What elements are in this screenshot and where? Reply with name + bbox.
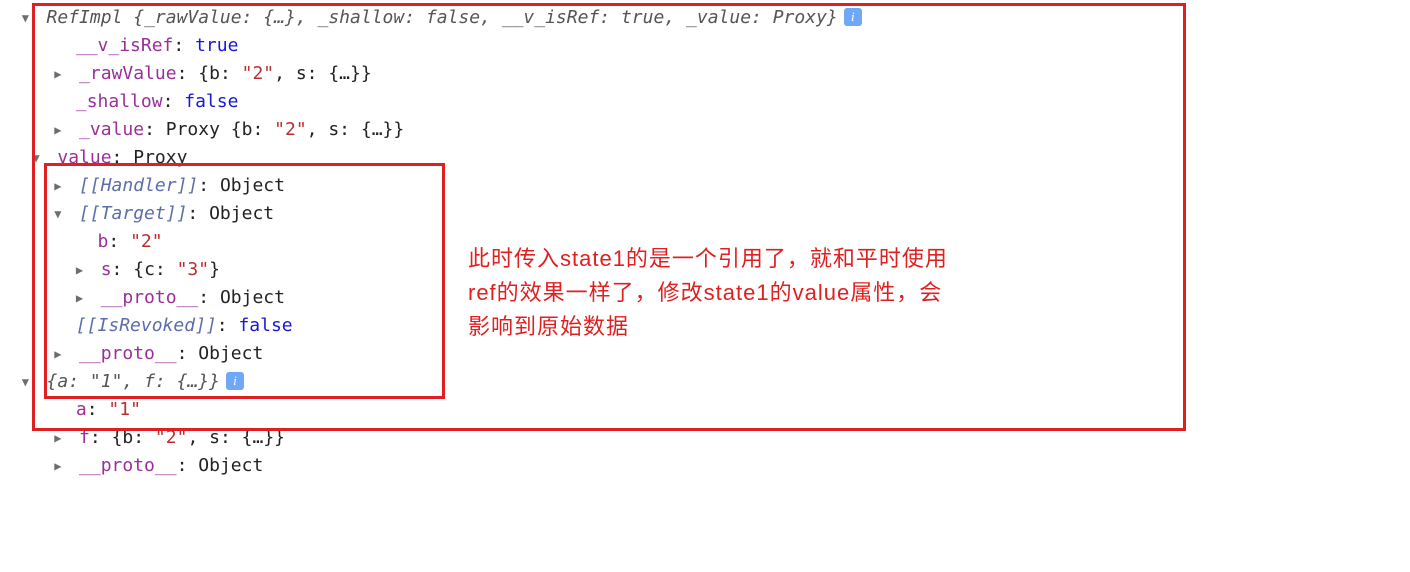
chevron-right-icon[interactable]: ▶ — [54, 172, 68, 200]
annotation-text: 此时传入state1的是一个引用了，就和平时使用 ref的效果一样了，修改sta… — [468, 242, 1028, 344]
prop-v-isref[interactable]: __v_isRef: true — [0, 32, 1410, 60]
chevron-down-icon[interactable]: ▼ — [54, 200, 68, 228]
prop-a[interactable]: a: "1" — [0, 396, 1410, 424]
chevron-right-icon[interactable]: ▶ — [54, 340, 68, 368]
info-icon[interactable]: i — [844, 8, 862, 26]
chevron-right-icon[interactable]: ▶ — [54, 452, 68, 480]
annotation-line: 此时传入state1的是一个引用了，就和平时使用 — [468, 242, 1028, 276]
prop-f[interactable]: ▶ f: {b: "2", s: {…}} — [0, 424, 1410, 452]
prop-value-getter[interactable]: ▼ value: Proxy — [0, 144, 1410, 172]
chevron-right-icon[interactable]: ▶ — [76, 284, 90, 312]
prop-rawvalue[interactable]: ▶ _rawValue: {b: "2", s: {…}} — [0, 60, 1410, 88]
annotation-line: ref的效果一样了，修改state1的value属性，会 — [468, 276, 1028, 310]
object-header-plain[interactable]: ▼ {a: "1", f: {…}}i — [0, 368, 1410, 396]
type-name: RefImpl — [47, 7, 134, 28]
chevron-down-icon[interactable]: ▼ — [33, 144, 47, 172]
prop-handler[interactable]: ▶ [[Handler]]: Object — [0, 172, 1410, 200]
prop-shallow[interactable]: _shallow: false — [0, 88, 1410, 116]
prop-value[interactable]: ▶ _value: Proxy {b: "2", s: {…}} — [0, 116, 1410, 144]
object-header-refimpl[interactable]: ▼ RefImpl {_rawValue: {…}, _shallow: fal… — [0, 4, 1410, 32]
chevron-down-icon[interactable]: ▼ — [22, 4, 36, 32]
prop-plain-proto[interactable]: ▶ __proto__: Object — [0, 452, 1410, 480]
annotation-line: 影响到原始数据 — [468, 310, 1028, 344]
prop-refimpl-proto[interactable]: ▶ __proto__: Object — [0, 340, 1410, 368]
console-output: ▼ RefImpl {_rawValue: {…}, _shallow: fal… — [0, 0, 1410, 480]
prop-target[interactable]: ▼ [[Target]]: Object — [0, 200, 1410, 228]
info-icon[interactable]: i — [226, 372, 244, 390]
chevron-right-icon[interactable]: ▶ — [54, 116, 68, 144]
chevron-right-icon[interactable]: ▶ — [54, 60, 68, 88]
chevron-right-icon[interactable]: ▶ — [76, 256, 90, 284]
chevron-down-icon[interactable]: ▼ — [22, 368, 36, 396]
chevron-right-icon[interactable]: ▶ — [54, 424, 68, 452]
